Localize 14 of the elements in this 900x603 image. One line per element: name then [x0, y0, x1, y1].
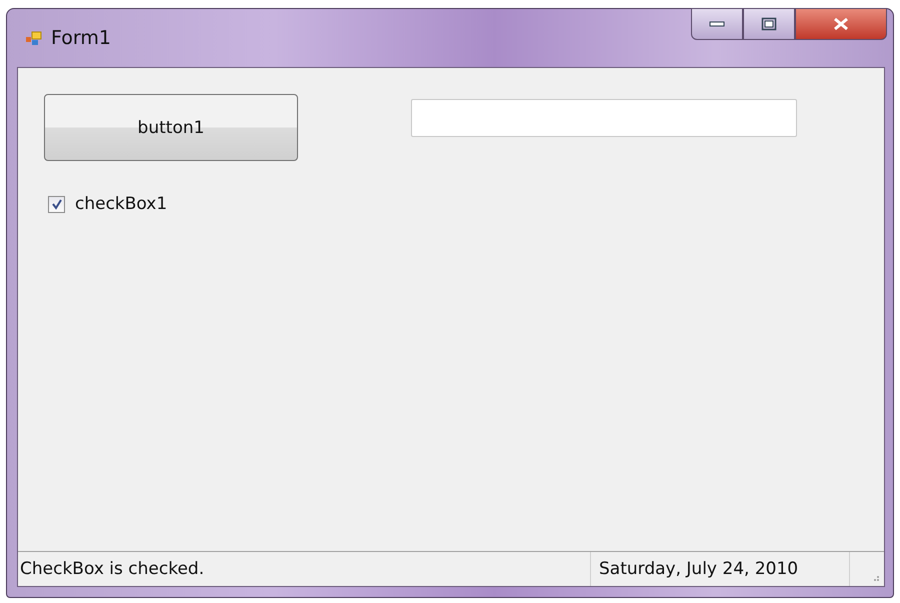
- close-button[interactable]: [795, 8, 887, 40]
- status-date: Saturday, July 24, 2010: [590, 552, 850, 586]
- text-field[interactable]: [411, 99, 797, 137]
- minimize-button[interactable]: [691, 8, 743, 40]
- maximize-icon: [761, 17, 777, 31]
- checkbox-label: checkBox1: [75, 194, 168, 214]
- button[interactable]: button1: [44, 94, 298, 161]
- app-icon: [25, 29, 43, 47]
- maximize-button[interactable]: [743, 8, 795, 40]
- close-icon: [833, 17, 849, 31]
- status-message: CheckBox is checked.: [19, 559, 206, 579]
- checkbox[interactable]: [48, 196, 65, 212]
- window-title: Form1: [51, 27, 111, 49]
- minimize-icon: [709, 20, 725, 28]
